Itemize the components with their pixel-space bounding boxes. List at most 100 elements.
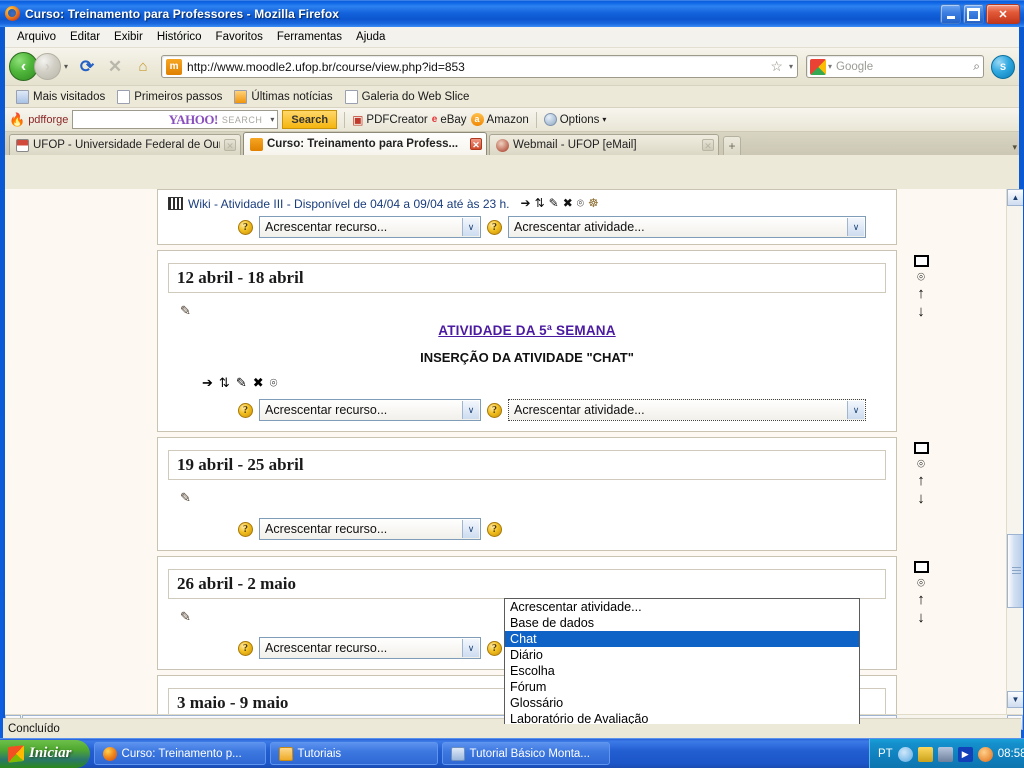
vertical-scroll-thumb[interactable] (1007, 534, 1023, 608)
wiki-activity-row[interactable]: Wiki - Atividade III - Disponível de 04/… (168, 196, 886, 211)
stop-icon[interactable]: ✕ (102, 54, 128, 80)
help-icon[interactable]: ? (487, 521, 502, 537)
help-icon[interactable]: ? (238, 402, 253, 418)
atividade-5-semana-link[interactable]: ATIVIDADE DA 5ª SEMANA (438, 323, 615, 338)
bookmark-galeria-web-slice[interactable]: Galeria do Web Slice (340, 89, 475, 105)
bookmark-primeiros-passos[interactable]: Primeiros passos (112, 89, 227, 105)
search-icon[interactable]: ⌕ (973, 59, 980, 74)
checkbox-icon[interactable] (913, 255, 929, 267)
tab-curso-treinamento[interactable]: Curso: Treinamento para Profess... ✕ (243, 132, 487, 155)
reload-icon[interactable]: ⟳ (74, 54, 100, 80)
move-updown-icon[interactable]: ⇅ (535, 196, 545, 211)
eye-icon[interactable]: ⌾ (917, 270, 925, 283)
edit-pencil-icon[interactable]: ✎ (180, 490, 191, 506)
tab-list-button[interactable]: ▾ (1012, 142, 1017, 153)
clock[interactable]: 08:58 (998, 748, 1024, 760)
eye-icon[interactable]: ⌾ (917, 576, 925, 589)
dropdown-option[interactable]: Laboratório de Avaliação (505, 711, 859, 724)
close-button[interactable]: ✕ (986, 4, 1020, 24)
edit-pencil-icon[interactable]: ✎ (180, 303, 191, 319)
media-player-icon[interactable]: ▶ (957, 746, 973, 762)
menu-historico[interactable]: Histórico (150, 29, 209, 45)
close-icon[interactable]: ✕ (470, 138, 482, 150)
search-bar[interactable]: ▾ Google ⌕ (806, 55, 984, 78)
menu-exibir[interactable]: Exibir (107, 29, 150, 45)
checkbox-icon[interactable] (913, 561, 929, 573)
down-arrow-icon[interactable]: ↓ (917, 491, 925, 506)
address-bar[interactable]: m http://www.moodle2.ufop.br/course/view… (161, 55, 798, 78)
chevron-down-icon[interactable]: ▾ (270, 115, 274, 124)
tab-ufop[interactable]: UFOP - Universidade Federal de Ouro P...… (9, 134, 241, 155)
add-activity-select-1[interactable]: Acrescentar atividade... ∨ (508, 399, 866, 421)
help-icon[interactable]: ? (487, 640, 502, 656)
start-button[interactable]: Iniciar (0, 739, 90, 768)
back-arrow-icon[interactable] (897, 746, 913, 762)
help-icon[interactable]: ? (238, 521, 253, 537)
shield-icon[interactable] (937, 746, 953, 762)
chevron-down-icon[interactable]: ∨ (462, 401, 479, 419)
dropdown-option-chat[interactable]: Chat (505, 631, 859, 647)
move-updown-icon[interactable]: ⇅ (219, 375, 230, 391)
dropdown-option[interactable]: Glossário (505, 695, 859, 711)
chevron-down-icon[interactable]: ∨ (462, 218, 479, 236)
options-button[interactable]: Options ▾ (543, 113, 606, 126)
add-activity-dropdown-list[interactable]: Acrescentar atividade... Base de dados C… (504, 598, 860, 724)
up-arrow-icon[interactable]: ↑ (917, 473, 925, 488)
add-resource-select-1[interactable]: Acrescentar recurso... ∨ (259, 399, 481, 421)
help-icon[interactable]: ? (487, 402, 502, 418)
menu-editar[interactable]: Editar (63, 29, 107, 45)
close-icon[interactable]: ✕ (224, 139, 236, 151)
chevron-down-icon[interactable]: ▾ (828, 62, 832, 71)
dropdown-option[interactable]: Escolha (505, 663, 859, 679)
delete-icon[interactable]: ✖ (253, 375, 264, 391)
move-right-icon[interactable]: ➔ (202, 375, 213, 391)
chevron-down-icon[interactable]: ∨ (462, 520, 479, 538)
chevron-down-icon[interactable]: ∨ (462, 639, 479, 657)
dropdown-option[interactable]: Diário (505, 647, 859, 663)
wiki-activity-label[interactable]: Wiki - Atividade III - Disponível de 04/… (188, 197, 510, 211)
skype-icon[interactable]: S (991, 54, 1015, 79)
minimize-button[interactable] (940, 4, 961, 24)
dropdown-option[interactable]: Base de dados (505, 615, 859, 631)
menu-ajuda[interactable]: Ajuda (349, 29, 392, 45)
amazon-button[interactable]: a Amazon (470, 113, 529, 126)
search-input[interactable]: Google (836, 61, 973, 73)
dropdown-option[interactable]: Acrescentar atividade... (505, 599, 859, 615)
ebay-button[interactable]: e eBay (432, 114, 467, 126)
up-arrow-icon[interactable]: ↑ (917, 286, 925, 301)
down-arrow-icon[interactable]: ↓ (917, 610, 925, 625)
bookmark-star-icon[interactable]: ☆ (770, 58, 783, 75)
network-icon[interactable] (917, 746, 933, 762)
close-icon[interactable]: ✕ (702, 139, 714, 151)
menu-arquivo[interactable]: Arquivo (10, 29, 63, 45)
menu-favoritos[interactable]: Favoritos (209, 29, 270, 45)
hide-eye-icon[interactable]: ⌾ (270, 375, 278, 391)
add-resource-select-2[interactable]: Acrescentar recurso... ∨ (259, 518, 481, 540)
yahoo-search-input[interactable]: YAHOO! SEARCH ▾ (72, 110, 279, 129)
dropdown-option[interactable]: Fórum (505, 679, 859, 695)
help-icon[interactable]: ? (238, 640, 253, 656)
help-icon[interactable]: ? (238, 219, 253, 235)
groups-icon[interactable]: ☸ (588, 196, 599, 211)
move-right-icon[interactable]: ➔ (521, 196, 531, 211)
hide-eye-icon[interactable]: ⌾ (577, 196, 584, 211)
eye-icon[interactable]: ⌾ (917, 457, 925, 470)
add-resource-select-top[interactable]: Acrescentar recurso... ∨ (259, 216, 481, 238)
chevron-down-icon[interactable]: ∨ (847, 401, 864, 419)
new-tab-button[interactable]: + (723, 136, 741, 155)
taskbar-button-tutorial-basico[interactable]: Tutorial Básico Monta... (441, 742, 610, 765)
delete-icon[interactable]: ✖ (563, 196, 573, 211)
taskbar-button-firefox[interactable]: Curso: Treinamento p... (93, 742, 266, 765)
menu-ferramentas[interactable]: Ferramentas (270, 29, 349, 45)
forward-button[interactable]: › (34, 53, 61, 80)
language-indicator[interactable]: PT (878, 748, 893, 760)
add-activity-select-top[interactable]: Acrescentar atividade... ∨ (508, 216, 866, 238)
chevron-down-icon[interactable]: ▾ (789, 62, 793, 71)
help-icon[interactable]: ? (487, 219, 502, 235)
page-vertical-scrollbar[interactable]: ▲ ▼ (1006, 189, 1023, 724)
up-arrow-icon[interactable]: ↑ (917, 592, 925, 607)
checkbox-icon[interactable] (913, 442, 929, 454)
bookmark-ultimas-noticias[interactable]: Últimas notícias (229, 89, 337, 105)
restore-button[interactable] (963, 4, 984, 24)
chevron-down-icon[interactable]: ∨ (847, 218, 864, 236)
